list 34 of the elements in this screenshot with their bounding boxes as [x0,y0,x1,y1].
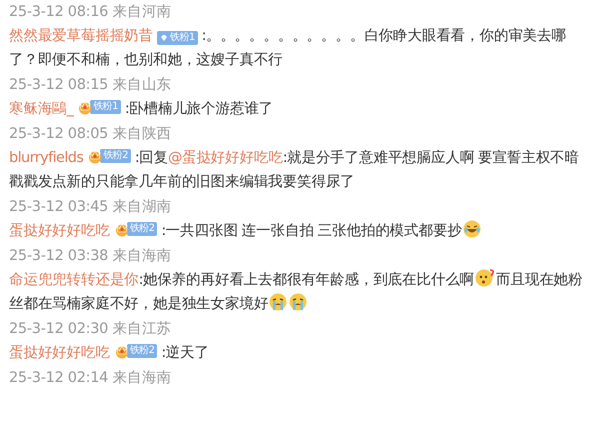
diamond-icon [160,34,168,42]
crown-icon [114,343,130,359]
crown-icon [114,221,130,237]
comment-time: 25-3-12 02:30 来自江苏 [9,320,172,339]
username-link[interactable]: 命运兜兜转转还是你 [9,272,139,288]
mention-link[interactable]: @蛋挞好好好吃吃 [168,150,283,166]
crown-icon [87,148,104,164]
fan-level-badge: 铁粉1 [90,100,121,114]
comment-time: 25-3-12 02:14 来自海南 [9,369,172,388]
comment-time: 25-3-12 08:15 来自山东 [9,76,172,95]
confused-emoji-icon [475,269,496,287]
comment-time: 25-3-12 03:45 来自湖南 [9,198,172,217]
username-link[interactable]: 然然最爱草莓摇摇奶昔 [9,28,154,44]
username-link[interactable]: 蛋挞好好好吃吃 [9,345,110,361]
comment-text: blurryfields 铁粉2 :回复@蛋挞好好好吃吃:就是分手了意难平想膈应人啊 要宣誓主权不暗戳戳发点新的只能拿几年前的旧图来编辑我要笑得尿了 [9,147,580,192]
comment-text: 蛋挞好好好吃吃 铁粉2 :一共四张图 连一张自拍 三张他拍的模式都要抄 [9,219,591,243]
crying-emoji-icon [289,293,308,311]
fan-level-badge: 铁粉2 [126,222,158,236]
comment-time: 25-3-12 03:38 来自海南 [9,247,172,266]
crown-icon [77,99,94,115]
comment-text: 寒稣海鷗_ 铁粉1 :卧槽楠儿旅个游惹谁了 [9,98,274,119]
fan-level-badge: 铁粉2 [126,344,158,358]
fan-level-badge: 铁粉1 [157,31,198,45]
comment-text: 蛋挞好好好吃吃 铁粉2 :逆天了 [9,342,210,363]
username-link[interactable]: 寒稣海鷗_ [9,101,74,117]
comment-text: 然然最爱草莓摇摇奶昔 铁粉1 :。。。。。。。。。。。白你睁大眼看看，你的审美去哪了？即便不和楠，也别和她，这嫂子真不行 [9,26,567,70]
comment-time: 25-3-12 08:16 来自河南 [9,3,172,22]
username-link[interactable]: blurryfields [9,150,84,166]
username-link[interactable]: 蛋挞好好好吃吃 [9,223,110,239]
crying-emoji-icon [269,293,288,311]
fan-level-badge: 铁粉2 [100,149,131,163]
laughing-emoji-icon [462,220,481,238]
comment-text: 命运兜兜转转还是你:她保养的再好看上去都很有年龄感，到底在比什么啊 而且现在她粉丝都在骂楠家庭不好，她是独生女家境好 [9,268,591,316]
comment-time: 25-3-12 08:05 来自陕西 [9,125,172,144]
